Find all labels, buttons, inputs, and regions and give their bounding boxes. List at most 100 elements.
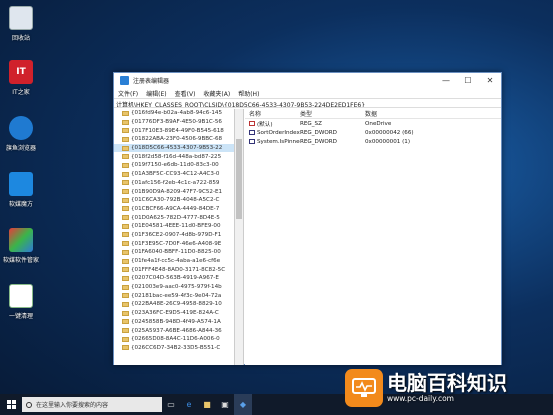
tree-item[interactable]: {01fe4a1f-cc5c-4aba-a1e6-cf6e [114, 257, 234, 266]
column-type[interactable]: 类型 [300, 109, 365, 118]
tree-item[interactable]: {01C6CA30-792B-4048-A5C2-C [114, 196, 234, 205]
column-data[interactable]: 数据 [365, 109, 501, 118]
desktop-icon-label: 软媒软件管家 [3, 257, 40, 264]
desktop-icon-browser[interactable]: 旗鱼浏览器 [4, 116, 38, 152]
tree-item[interactable]: {01E04581-4EEE-11d0-BFE9-00 [114, 222, 234, 231]
folder-icon [122, 215, 129, 221]
tree-item[interactable]: {01D0A625-782D-4777-8D4E-5 [114, 213, 234, 222]
software-manager-icon [9, 228, 33, 252]
binary-value-icon [249, 130, 255, 135]
close-button[interactable]: ✕ [479, 73, 501, 88]
folder-icon [122, 241, 129, 247]
ithome-icon: IT [9, 60, 33, 84]
tree-item-label: {017F10E3-89E4-49F0-B545-618 [131, 127, 224, 134]
value-row[interactable]: (默认) REG_SZ OneDrive [245, 119, 501, 128]
desktop-icon-software-manager[interactable]: 软媒软件管家 [3, 228, 40, 264]
value-row[interactable]: System.IsPinned...REG_DWORD 0x00000001 (1… [245, 137, 501, 146]
title-bar[interactable]: 注册表编辑器 — ☐ ✕ [114, 73, 501, 88]
tree-item-label: {01E04581-4EEE-11d0-BFE9-00 [131, 223, 221, 230]
tree-item[interactable]: {026CC6D7-34B2-33D5-B551-C [114, 344, 234, 353]
tree-item-label: {01F36CE2-0907-4d8b-979D-F1 [131, 231, 222, 238]
desktop-icon-mofang[interactable]: 软媒魔方 [4, 172, 38, 208]
tree-item[interactable]: {021003e9-aac0-4975-979f-14b [114, 283, 234, 292]
tree-item-label: {01FFF4E48-8AD0-3171-8C82-5C [131, 266, 226, 273]
menu-help[interactable]: 帮助(H) [238, 89, 259, 98]
watermark: 电脑百科知识 www.pc-daily.com [345, 366, 553, 409]
fish-browser-icon [9, 116, 33, 140]
tree-item[interactable]: {01A3BF5C-CC93-4C12-A4C3-0 [114, 170, 234, 179]
folder-icon [122, 206, 129, 212]
tree-item[interactable]: {01F36CE2-0907-4d8b-979D-F1 [114, 231, 234, 240]
binary-value-icon [249, 139, 255, 144]
scrollbar-thumb[interactable] [236, 139, 242, 219]
value-name: SortOrderIndex [257, 129, 300, 136]
tree-item[interactable]: {023A36FC-E9D5-419E-824A-C [114, 309, 234, 318]
tree-item[interactable]: {0245858B-948D-4f49-A574-1A [114, 318, 234, 327]
tree-item[interactable]: {02665D08-8A4C-11D6-A006-0 [114, 335, 234, 344]
tree-item[interactable]: {01776DF3-B9AF-4E50-9B1C-56 [114, 118, 234, 127]
tree-item[interactable]: {01822ABA-23F0-4506-9BBC-68 [114, 135, 234, 144]
tree-item[interactable]: {02181bac-ee59-4f3c-9e04-72a [114, 291, 234, 300]
values-pane[interactable]: 名称 类型 数据 (默认) REG_SZ OneDrive SortOrderInde… [245, 109, 501, 365]
tree-item[interactable]: {01F3E95C-7D0F-46e6-A408-9E [114, 239, 234, 248]
watermark-title: 电脑百科知识 [387, 371, 507, 395]
value-type: REG_DWORD [300, 138, 337, 145]
desktop-icon-ithome[interactable]: IT IT之家 [4, 60, 38, 96]
tree-item[interactable]: {017F10E3-89E4-49F0-B545-618 [114, 126, 234, 135]
folder-icon [122, 310, 129, 316]
task-view-icon[interactable]: ▭ [162, 394, 180, 415]
tree-item-label: {01776DF3-B9AF-4E50-9B1C-56 [131, 119, 222, 126]
value-data: 0x00000042 (66) [365, 129, 414, 136]
store-icon[interactable]: ▣ [216, 394, 234, 415]
folder-icon [122, 249, 129, 255]
tree-item[interactable]: {01FFF4E48-8AD0-3171-8C82-5C [114, 265, 234, 274]
value-name: System.IsPinned... [257, 138, 300, 145]
start-button[interactable] [0, 394, 22, 415]
folder-icon [122, 345, 129, 351]
minimize-button[interactable]: — [435, 73, 457, 88]
tree-item[interactable]: {018D5C66-4533-4307-9B53-22 [114, 143, 234, 153]
tree-item-label: {02181bac-ee59-4f3c-9e04-72a [131, 292, 222, 299]
string-value-icon [249, 121, 255, 126]
tree-item[interactable]: {022BA48E-26C9-4958-8829-10 [114, 300, 234, 309]
desktop-icon-cleaner[interactable]: 一键清理 [4, 284, 38, 320]
value-row[interactable]: SortOrderIndex REG_DWORD 0x00000042 (66) [245, 128, 501, 137]
tree-item[interactable]: {01CBCF66-A9CA-4449-84DE-7 [114, 205, 234, 214]
folder-icon [122, 267, 129, 273]
menu-view[interactable]: 查看(V) [175, 89, 196, 98]
tree-item[interactable]: {019f7150-e6db-11d0-83c3-00 [114, 161, 234, 170]
edge-icon[interactable]: e [180, 394, 198, 415]
tree-item[interactable]: {01B90D9A-8209-47F7-9C52-E1 [114, 187, 234, 196]
tree-item-label: {02665D08-8A4C-11D6-A006-0 [131, 336, 220, 343]
menu-bar: 文件(F) 编辑(E) 查看(V) 收藏夹(A) 帮助(H) [114, 88, 501, 98]
tree-item[interactable]: {025A5937-A6BE-4686-A844-36 [114, 326, 234, 335]
registry-editor-window[interactable]: 注册表编辑器 — ☐ ✕ 文件(F) 编辑(E) 查看(V) 收藏夹(A) 帮助… [113, 72, 502, 365]
menu-favorites[interactable]: 收藏夹(A) [203, 89, 230, 98]
menu-file[interactable]: 文件(F) [118, 89, 138, 98]
key-tree[interactable]: {016fd94e-b02a-4ab8-94c6-145 {01776DF3-B9… [114, 109, 235, 365]
menu-edit[interactable]: 编辑(E) [146, 89, 166, 98]
tree-item-label: {018D5C66-4533-4307-9B53-22 [131, 145, 223, 152]
cube-icon [9, 172, 33, 196]
tree-item[interactable]: {018f2d58-f16d-448a-bd87-225 [114, 152, 234, 161]
folder-icon [122, 154, 129, 160]
tree-item-label: {019f7150-e6db-11d0-83c3-00 [131, 162, 219, 169]
file-explorer-icon[interactable]: ■ [198, 394, 216, 415]
tree-item[interactable]: {0207C04D-563B-4919-A967-E [114, 274, 234, 283]
taskbar-search[interactable]: 在这里输入你要搜索的内容 [22, 397, 162, 412]
regedit-icon [120, 76, 129, 85]
tree-item[interactable]: {01FA6040-BBFF-11D0-8825-00 [114, 248, 234, 257]
monitor-logo-icon [345, 368, 383, 407]
maximize-button[interactable]: ☐ [457, 73, 479, 88]
desktop-icon-label: 软媒魔方 [8, 201, 33, 208]
regedit-taskbar-icon[interactable]: ◆ [234, 394, 252, 415]
address-bar[interactable]: 计算机\HKEY_CLASSES_ROOT\CLSID\{018D5C66-45… [114, 98, 501, 108]
folder-icon [122, 162, 129, 168]
tree-item[interactable]: {01afc156-f2eb-4c1c-a722-859 [114, 179, 234, 188]
tree-item-label: {01F3E95C-7D0F-46e6-A408-9E [131, 240, 222, 247]
desktop-icon-recycle-bin[interactable]: 回收站 [4, 6, 38, 42]
tree-item[interactable]: {016fd94e-b02a-4ab8-94c6-145 [114, 109, 234, 118]
column-name[interactable]: 名称 [245, 109, 300, 118]
tree-scrollbar[interactable] [235, 109, 244, 365]
tree-item-label: {018f2d58-f16d-448a-bd87-225 [131, 153, 222, 160]
